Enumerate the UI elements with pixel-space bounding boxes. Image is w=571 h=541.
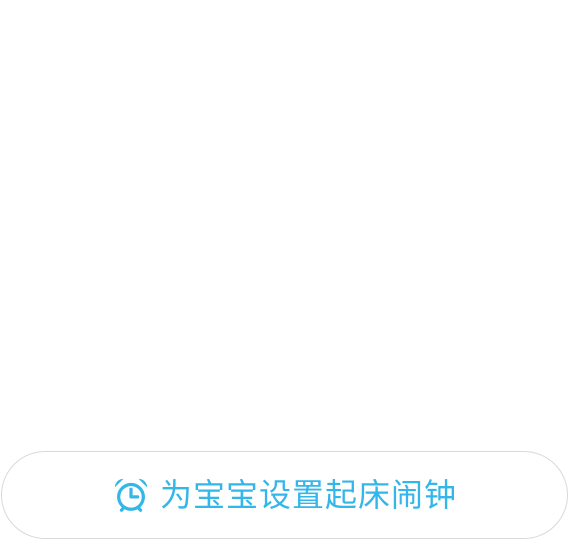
set-wakeup-alarm-button[interactable]: 为宝宝设置起床闹钟 <box>1 451 568 539</box>
app-screen: 为宝宝设置起床闹钟 <box>0 0 571 541</box>
alarm-clock-icon <box>112 476 150 514</box>
alarm-button-label: 为宝宝设置起床闹钟 <box>159 476 457 514</box>
